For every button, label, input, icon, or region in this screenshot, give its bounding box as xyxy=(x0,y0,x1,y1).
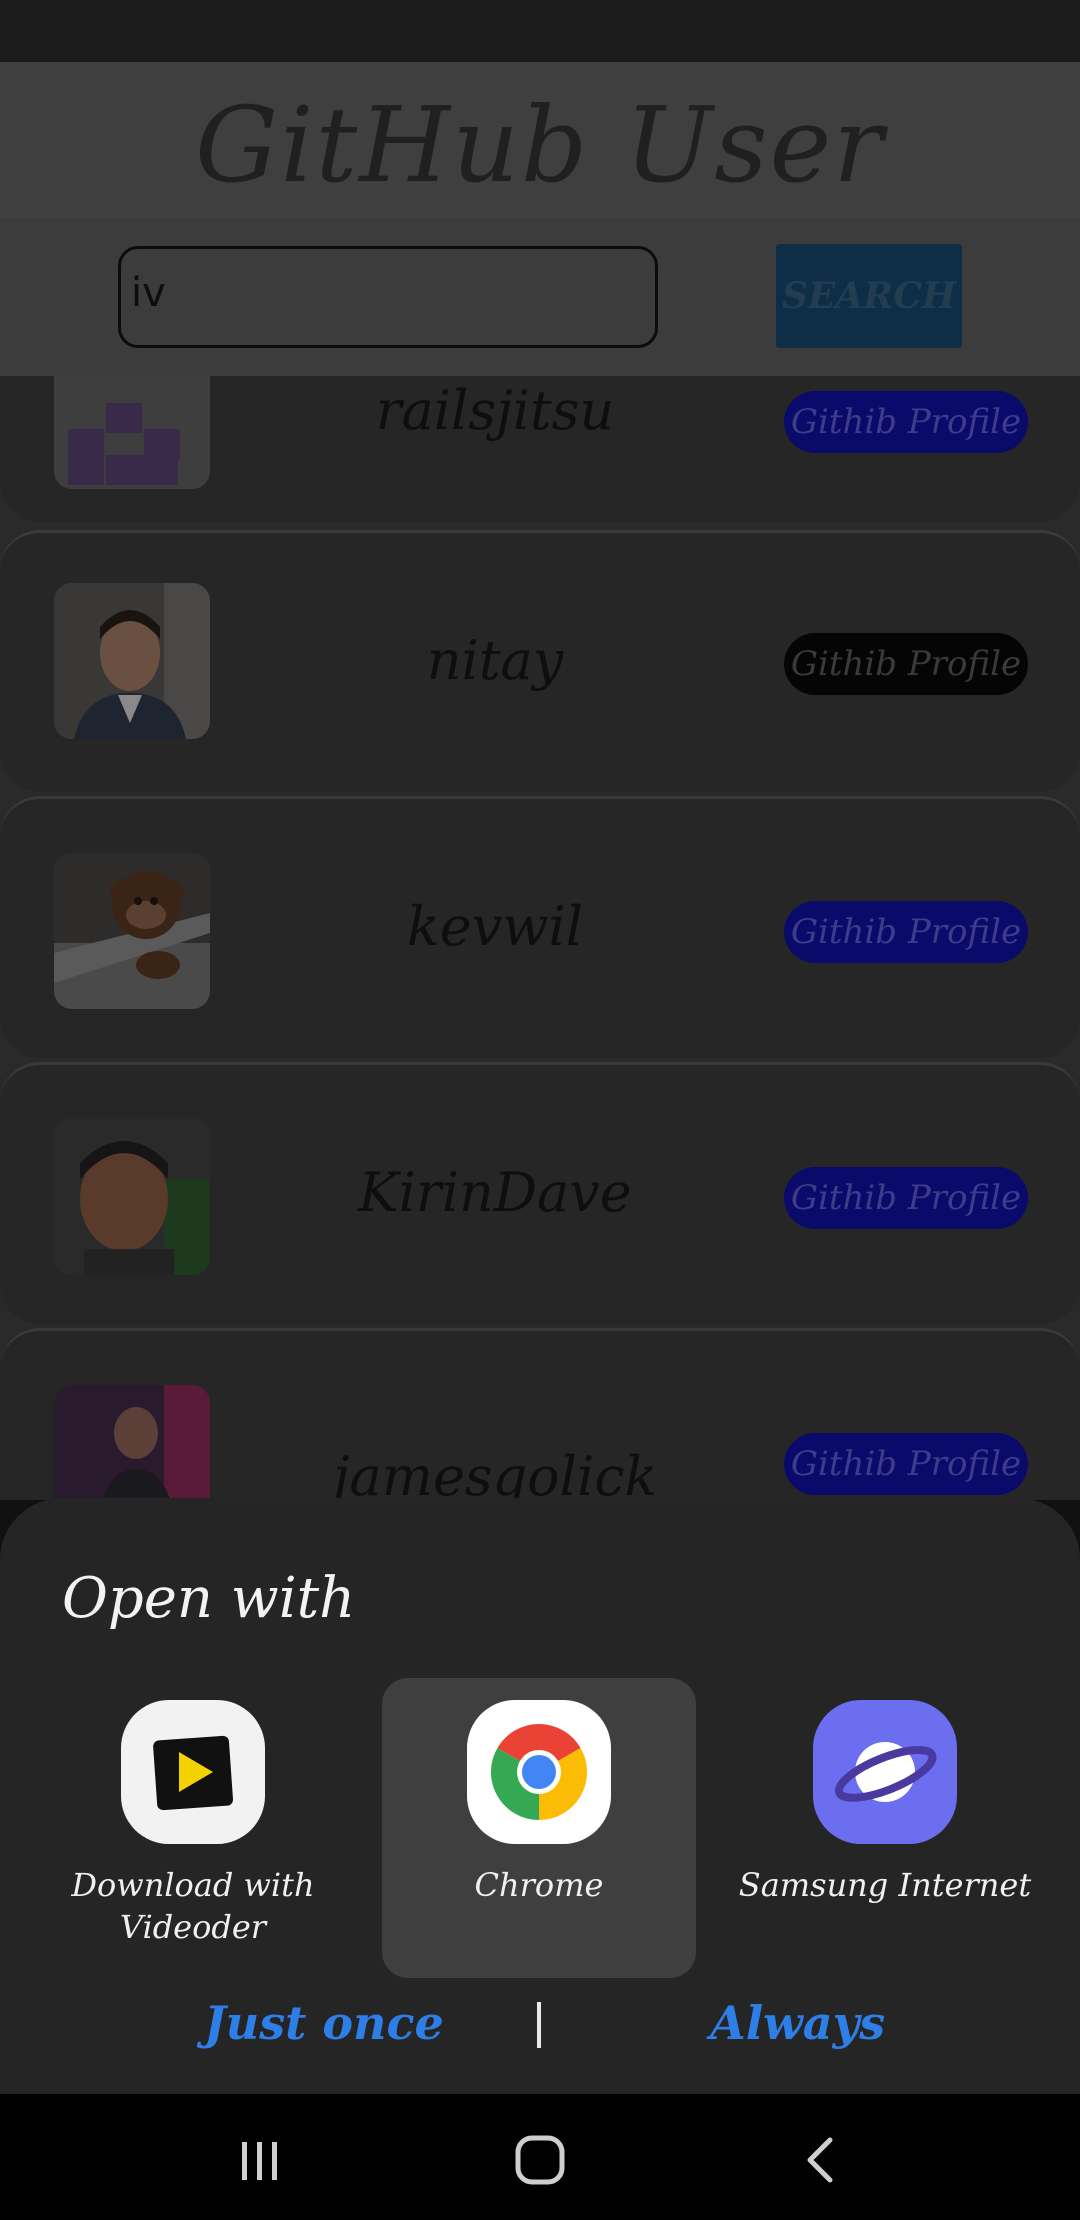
search-bar: iv SEARCH xyxy=(0,218,1080,376)
app-option-samsung-internet[interactable]: Samsung Internet xyxy=(728,1678,1042,1978)
status-bar xyxy=(0,0,1080,62)
always-button[interactable]: Always xyxy=(710,1996,885,2050)
github-profile-button[interactable]: Githib Profile xyxy=(784,901,1028,963)
user-card: railsjitsu Githib Profile xyxy=(0,376,1080,522)
sheet-title: Open with xyxy=(62,1566,356,1631)
search-button[interactable]: SEARCH xyxy=(776,244,962,348)
videoder-icon xyxy=(121,1700,265,1844)
recent-apps-button[interactable] xyxy=(220,2120,300,2200)
recent-apps-icon xyxy=(242,2142,277,2180)
user-avatar xyxy=(54,1119,210,1275)
navigation-bar xyxy=(0,2094,1080,2220)
username: railsjitsu xyxy=(375,379,615,442)
app-label: Chrome xyxy=(474,1866,604,1904)
app-label: Download with Videoder xyxy=(71,1866,315,1946)
user-avatar xyxy=(54,1385,210,1500)
app-label: Samsung Internet xyxy=(738,1866,1032,1904)
home-button[interactable] xyxy=(500,2120,580,2200)
app-option-chrome[interactable]: Chrome xyxy=(382,1678,696,1978)
user-card: KirinDave Githib Profile xyxy=(0,1062,1080,1324)
user-card: nitay Githib Profile xyxy=(0,530,1080,792)
samsung-internet-icon xyxy=(813,1700,957,1844)
open-with-sheet: Open with Download with Videoder Chrome xyxy=(0,1498,1080,2094)
username: jamesgolick xyxy=(332,1445,658,1500)
github-profile-button[interactable]: Githib Profile xyxy=(784,1167,1028,1229)
just-once-button[interactable]: Just once xyxy=(204,1996,444,2050)
home-icon xyxy=(515,2135,565,2185)
app-option-videoder[interactable]: Download with Videoder xyxy=(36,1678,350,1978)
github-profile-button[interactable]: Githib Profile xyxy=(784,633,1028,695)
username: kevwil xyxy=(407,895,583,958)
username: nitay xyxy=(426,629,564,692)
user-card: kevwil Githib Profile xyxy=(0,796,1080,1058)
user-avatar xyxy=(54,853,210,1009)
user-avatar xyxy=(54,376,210,489)
username: KirinDave xyxy=(358,1161,632,1224)
user-list[interactable]: railsjitsu Githib Profile nitay Githib P… xyxy=(0,376,1080,1500)
page-title: GitHub User xyxy=(195,84,885,206)
back-icon xyxy=(807,2137,833,2183)
user-avatar xyxy=(54,583,210,739)
action-divider xyxy=(537,2002,541,2048)
github-profile-button[interactable]: Githib Profile xyxy=(784,1433,1028,1495)
back-button[interactable] xyxy=(782,2120,862,2200)
user-card: jamesgolick Githib Profile xyxy=(0,1328,1080,1500)
chrome-icon xyxy=(467,1700,611,1844)
app-header: GitHub User xyxy=(0,62,1080,218)
github-profile-button[interactable]: Githib Profile xyxy=(784,391,1028,453)
search-input[interactable]: iv xyxy=(118,246,658,348)
